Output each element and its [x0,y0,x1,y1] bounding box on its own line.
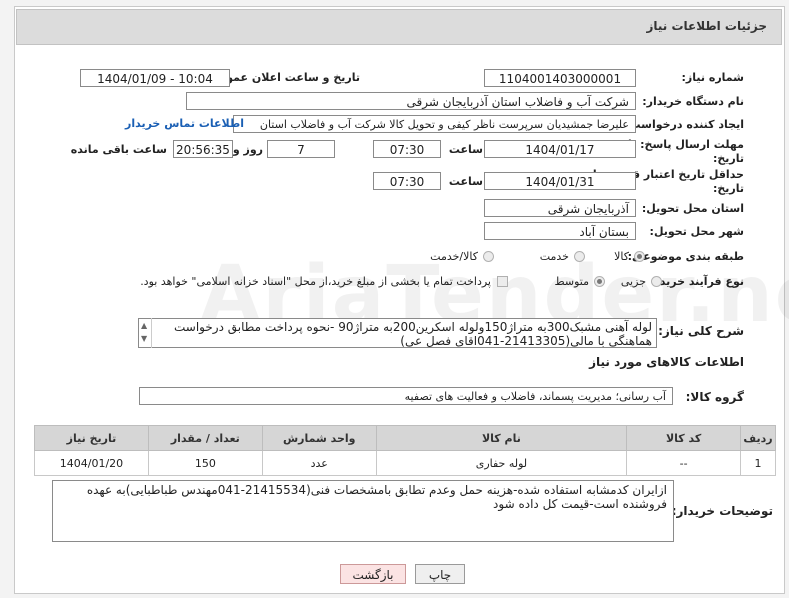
col-unit: واحد شمارش [261,425,377,451]
col-quantity: تعداد / مقدار [147,425,263,451]
col-row: ردیف [740,425,776,451]
goods-info-heading: اطلاعات کالاهای مورد نیاز [589,355,744,369]
goods-group-field[interactable]: آب رسانی؛ مدیریت پسماند، فاضلاب و فعالیت… [139,387,673,405]
category-label: طبقه بندی موضوعی: [627,250,744,263]
category-option-goods: کالا [614,250,629,263]
print-button[interactable]: چاپ [415,564,465,584]
process-radio-minor[interactable] [651,276,662,287]
category-option-goods-service: کالا/خدمت [430,250,478,263]
province-label: استان محل تحویل: [641,202,744,215]
category-option-service: خدمت [539,250,569,263]
validity-time-label: ساعت [448,175,483,188]
process-option-minor: جزیی [620,275,646,288]
buyer-contact-link[interactable]: اطلاعات تماس خریدار [125,117,244,130]
creator-field[interactable]: علیرضا جمشیدیان سرپرست ناظر کیفی و تحویل… [233,115,636,133]
scroll-down-icon[interactable]: ▼ [141,334,147,343]
col-code: کد کالا [626,425,742,451]
time-remaining-label: ساعت باقی مانده [70,143,167,156]
days-remaining-field[interactable]: 7 [267,140,335,158]
need-number-field[interactable]: 1104001403000001 [484,69,636,87]
goods-group-label: گروه کالا: [685,390,744,404]
col-name: نام کالا [375,425,628,451]
validity-label-date: تاریخ: [712,182,744,195]
cell-row: 1 [740,450,776,476]
category-radio-goods-service[interactable] [483,251,494,262]
scroll-up-icon[interactable]: ▲ [141,321,147,330]
cell-quantity: 150 [147,450,263,476]
province-field[interactable]: آذربایجان شرقی [484,199,636,217]
time-remaining-field[interactable]: 20:56:35 [173,140,233,158]
deadline-label-date: تاریخ: [712,152,744,165]
buyer-notes-label: توضیحات خریدار: [671,504,773,518]
cell-code: -- [626,450,742,476]
deadline-time-label: ساعت [448,143,483,156]
buyer-notes-field[interactable]: ازایران کدمشابه استفاده شده-هزینه حمل وع… [52,480,674,542]
buyer-org-field[interactable]: شرکت آب و فاضلاب استان آذربایجان شرقی [186,92,636,110]
table-row[interactable]: 1 -- لوله حفاری عدد 150 1404/01/20 [34,450,776,476]
validity-time-field[interactable]: 07:30 [373,172,441,190]
creator-label: ایجاد کننده درخواست: [625,118,744,131]
deadline-date-field[interactable]: 1404/01/17 [484,140,636,158]
deadline-time-field[interactable]: 07:30 [373,140,441,158]
page-header: جزئیات اطلاعات نیاز [16,9,782,45]
page-title: جزئیات اطلاعات نیاز [646,19,767,33]
cell-name: لوله حفاری [375,450,628,476]
cell-unit: عدد [261,450,377,476]
cell-need-date: 1404/01/20 [34,450,149,476]
general-desc-field[interactable]: لوله آهنی مشبک300به متراژ150ولوله اسکرین… [138,318,657,348]
days-label: روز و [232,143,263,156]
process-label: نوع فرآیند خرید : [651,275,744,288]
deadline-label: مهلت ارسال پاسخ: تا [628,138,744,151]
category-radio-goods[interactable] [634,251,645,262]
city-label: شهر محل تحویل: [649,225,744,238]
treasury-payment-note: پرداخت تمام یا بخشی از مبلغ خرید،از محل … [140,275,491,288]
back-button[interactable]: بازگشت [340,564,406,584]
process-radio-medium[interactable] [594,276,605,287]
desc-scrollbar[interactable]: ▲ ▼ [138,318,152,348]
items-table: ردیف کد کالا نام کالا واحد شمارش تعداد /… [34,425,776,476]
validity-date-field[interactable]: 1404/01/31 [484,172,636,190]
table-header-row: ردیف کد کالا نام کالا واحد شمارش تعداد /… [34,425,776,451]
treasury-payment-checkbox[interactable] [497,276,508,287]
announce-field[interactable]: 1404/01/09 - 10:04 [80,69,230,87]
process-option-medium: متوسط [554,275,589,288]
buyer-org-label: نام دستگاه خریدار: [642,95,744,108]
category-radio-service[interactable] [574,251,585,262]
col-need-date: تاریخ نیاز [34,425,149,451]
general-desc-label: شرح کلی نیاز: [658,324,744,338]
city-field[interactable]: بستان آباد [484,222,636,240]
need-number-label: شماره نیاز: [681,71,744,84]
